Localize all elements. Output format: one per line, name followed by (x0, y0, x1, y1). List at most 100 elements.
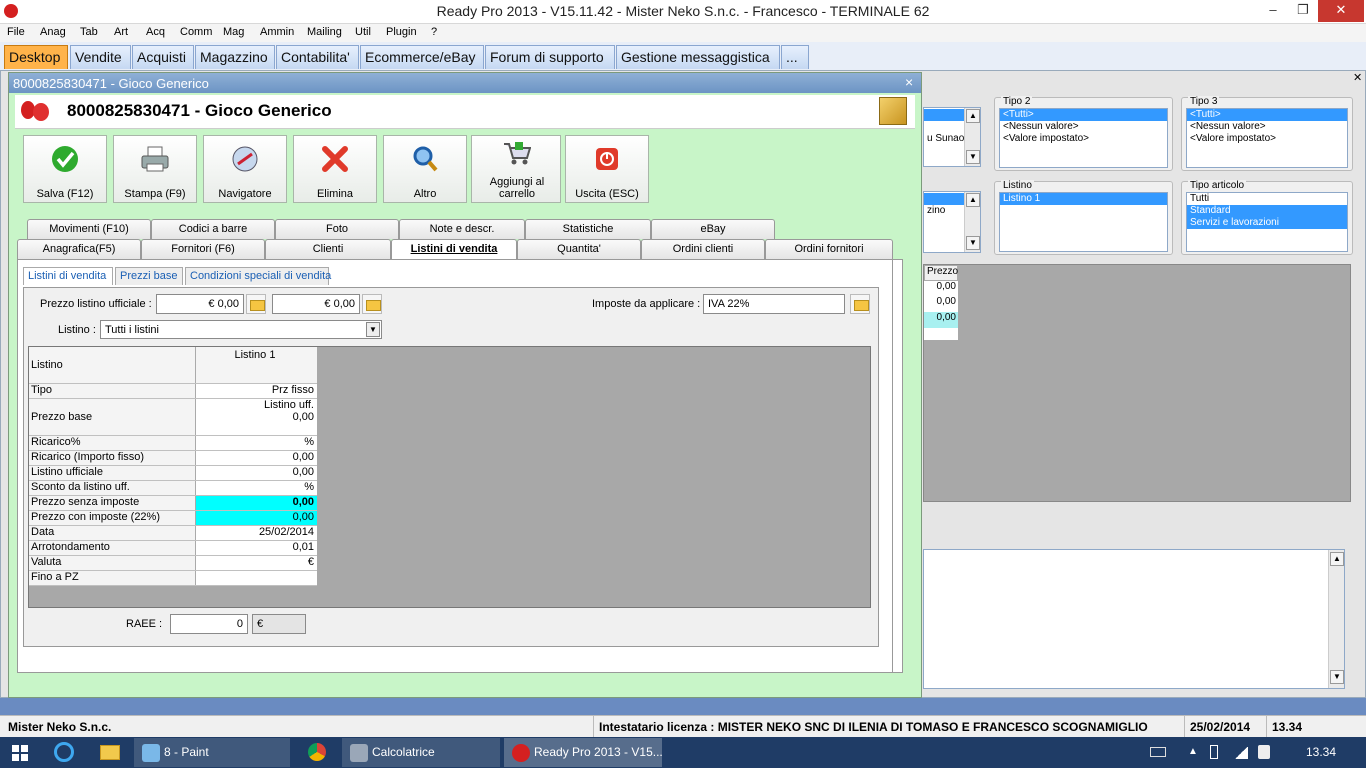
chevron-down-icon[interactable]: ▼ (366, 322, 380, 337)
row-value[interactable]: 0,00 (196, 496, 317, 510)
menu-art[interactable]: Art (114, 26, 128, 38)
menu-tab[interactable]: Tab (80, 26, 98, 38)
tab-contabilita[interactable]: Contabilita' (276, 45, 359, 69)
scroll-up-icon[interactable]: ▲ (1330, 552, 1344, 566)
row-value[interactable]: 0,01 (196, 541, 317, 555)
menu-ammin[interactable]: Ammin (260, 26, 294, 38)
tab-ebay[interactable]: eBay (651, 219, 775, 239)
tab-ordini-fornitori[interactable]: Ordini fornitori (765, 239, 893, 259)
list-item[interactable]: <Tutti> (1187, 109, 1347, 121)
close-button[interactable]: ✕ (1318, 0, 1364, 22)
taskbar-paint[interactable]: 8 - Paint (134, 738, 290, 767)
list-item[interactable]: <Nessun valore> (1187, 121, 1347, 133)
tab-ecommerce[interactable]: Ecommerce/eBay (360, 45, 484, 69)
menu-mailing[interactable]: Mailing (307, 26, 342, 38)
tab-clienti[interactable]: Clienti (265, 239, 391, 259)
menu-anag[interactable]: Anag (40, 26, 66, 38)
menu-file[interactable]: File (7, 26, 25, 38)
volume-icon[interactable] (1258, 745, 1270, 759)
row-value[interactable]: 25/02/2014 (196, 526, 317, 540)
scrollbar[interactable]: ▲ ▼ (1328, 550, 1344, 688)
taskbar-readypro[interactable]: Ready Pro 2013 - V15... (504, 738, 663, 767)
scroll-down-icon[interactable]: ▼ (966, 236, 980, 250)
tipo2-list[interactable]: <Tutti> <Nessun valore> <Valore impostat… (999, 108, 1168, 168)
list-item[interactable]: Servizi e lavorazioni (1187, 217, 1347, 229)
navigator-button[interactable]: Navigatore (203, 135, 287, 203)
chrome-icon[interactable] (308, 743, 326, 761)
listino-list[interactable]: Listino 1 (999, 192, 1168, 252)
exit-button[interactable]: Uscita (ESC) (565, 135, 649, 203)
list-item[interactable]: <Valore impostato> (1187, 133, 1347, 145)
folder-icon[interactable] (362, 294, 382, 314)
minimize-button[interactable]: ‒ (1258, 0, 1288, 22)
battery-icon[interactable] (1210, 745, 1218, 759)
file-explorer-icon[interactable] (100, 745, 120, 760)
row-value[interactable]: 0,00 (196, 451, 317, 465)
row-value[interactable]: % (196, 481, 317, 495)
tab-desktop[interactable]: Desktop (4, 45, 68, 69)
prezzo-listino-field-1[interactable]: € 0,00 (156, 294, 244, 314)
partial-list-1[interactable]: u Sunao ▲ ▼ (923, 107, 981, 167)
row-value[interactable]: 0,00 (196, 511, 317, 525)
listino-dropdown[interactable]: Tutti i listini ▼ (100, 320, 382, 339)
list-item[interactable]: <Tutti> (1000, 109, 1167, 121)
row-value[interactable]: 0,00 (196, 466, 317, 480)
tray-arrow-icon[interactable]: ▲ (1188, 746, 1198, 757)
add-to-cart-button[interactable]: Aggiungi al carrello (471, 135, 561, 203)
menu-plugin[interactable]: Plugin (386, 26, 417, 38)
subtab-condizioni-speciali[interactable]: Condizioni speciali di vendita (185, 267, 331, 285)
menu-acq[interactable]: Acq (146, 26, 165, 38)
scroll-down-icon[interactable]: ▼ (966, 150, 980, 164)
raee-field[interactable]: 0 (170, 614, 248, 634)
tab-ordini-clienti[interactable]: Ordini clienti (641, 239, 765, 259)
delete-button[interactable]: Elimina (293, 135, 377, 203)
scrollbar[interactable]: ▲ ▼ (964, 108, 980, 166)
notes-area[interactable]: ▲ ▼ (923, 549, 1345, 689)
dialog-close-icon[interactable]: × (905, 74, 913, 90)
tipo3-list[interactable]: <Tutti> <Nessun valore> <Valore impostat… (1186, 108, 1348, 168)
print-button[interactable]: Stampa (F9) (113, 135, 197, 203)
row-value-cell[interactable]: Listino uff. 0,00 (196, 399, 317, 435)
tab-more[interactable]: ... (781, 45, 809, 69)
list-item[interactable]: Listino 1 (1000, 193, 1167, 205)
tab-forum[interactable]: Forum di supporto (485, 45, 615, 69)
tab-magazzino[interactable]: Magazzino (195, 45, 275, 69)
imposte-field[interactable]: IVA 22% (703, 294, 845, 314)
tab-vendite[interactable]: Vendite (70, 45, 131, 69)
subtab-prezzi-base[interactable]: Prezzi base (115, 267, 183, 285)
scrollbar[interactable]: ▲ ▼ (964, 192, 980, 252)
tab-foto[interactable]: Foto (275, 219, 399, 239)
row-value[interactable]: € (196, 556, 317, 570)
keyboard-icon[interactable] (1150, 747, 1166, 757)
taskbar-calculator[interactable]: Calcolatrice (342, 738, 500, 767)
tipo-articolo-list[interactable]: Tutti Standard Servizi e lavorazioni (1186, 192, 1348, 252)
row-value[interactable]: % (196, 436, 317, 450)
menu-util[interactable]: Util (355, 26, 371, 38)
maximize-button[interactable]: ❐ (1288, 0, 1318, 22)
windows-start-icon[interactable] (12, 745, 28, 761)
tab-quantita[interactable]: Quantita' (517, 239, 641, 259)
list-item[interactable]: <Nessun valore> (1000, 121, 1167, 133)
tab-movimenti[interactable]: Movimenti (F10) (27, 219, 151, 239)
internet-explorer-icon[interactable] (54, 742, 74, 762)
scroll-down-icon[interactable]: ▼ (1330, 670, 1344, 684)
network-icon[interactable] (1234, 747, 1248, 759)
menu-help[interactable]: ? (431, 26, 437, 38)
list-item[interactable]: Tutti (1187, 193, 1347, 205)
tab-listini-vendita[interactable]: Listini di vendita (391, 239, 517, 259)
list-item[interactable]: <Valore impostato> (1000, 133, 1167, 145)
other-button[interactable]: Altro (383, 135, 467, 203)
partial-list-2[interactable]: zino ▲ ▼ (923, 191, 981, 253)
row-value[interactable] (196, 571, 317, 585)
tab-statistiche[interactable]: Statistiche (525, 219, 651, 239)
tab-codici-barre[interactable]: Codici a barre (151, 219, 275, 239)
row-value[interactable]: Prz fisso (196, 384, 317, 398)
tab-anagrafica[interactable]: Anagrafica(F5) (17, 239, 141, 259)
subtab-listini-vendita[interactable]: Listini di vendita (23, 267, 113, 285)
tab-acquisti[interactable]: Acquisti (132, 45, 194, 69)
prezzo-listino-field-2[interactable]: € 0,00 (272, 294, 360, 314)
scroll-up-icon[interactable]: ▲ (966, 193, 980, 207)
folder-icon[interactable] (246, 294, 266, 314)
tab-note[interactable]: Note e descr. (399, 219, 525, 239)
scroll-up-icon[interactable]: ▲ (966, 109, 980, 123)
